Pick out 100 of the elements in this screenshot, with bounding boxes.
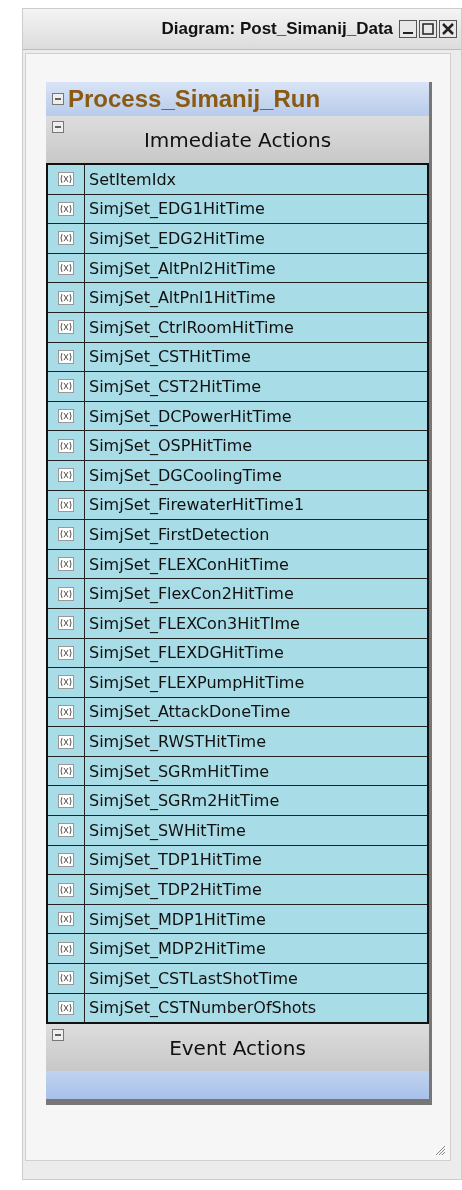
variable-icon xyxy=(58,231,74,246)
action-row[interactable]: SimjSet_DCPowerHitTime xyxy=(48,400,427,431)
action-row[interactable]: SimjSet_FLEXDGHitTime xyxy=(48,637,427,668)
action-row[interactable]: SimjSet_EDG1HitTime xyxy=(48,193,427,224)
action-name: SimjSet_SGRm2HitTime xyxy=(88,790,280,813)
action-row[interactable]: SimjSet_SWHitTime xyxy=(48,815,427,845)
action-name: SimjSet_CSTHitTime xyxy=(88,346,251,369)
variable-icon xyxy=(58,971,74,986)
section-title: Immediate Actions xyxy=(143,127,332,152)
action-name: SimjSet_CSTLastShotTime xyxy=(88,967,298,990)
action-row[interactable]: SimjSet_CtrlRoomHitTime xyxy=(48,311,427,342)
action-name: SimjSet_CSTNumberOfShots xyxy=(88,997,317,1020)
variable-icon xyxy=(58,468,74,483)
action-row[interactable]: SimjSet_AltPnl1HitTime xyxy=(48,282,427,312)
action-row[interactable]: SimjSet_FLEXConHitTime xyxy=(48,548,427,579)
collapse-icon[interactable] xyxy=(52,93,64,105)
action-row[interactable]: SimjSet_FLEXPumpHitTime xyxy=(48,667,427,697)
action-name: SimjSet_EDG2HitTime xyxy=(88,228,265,250)
variable-icon xyxy=(58,438,74,453)
maximize-button[interactable] xyxy=(419,20,437,38)
action-row[interactable]: SimjSet_FirewaterHitTime1 xyxy=(48,489,427,520)
minimize-icon xyxy=(403,32,413,34)
minimize-button[interactable] xyxy=(399,20,417,38)
action-name: SimjSet_EDG1HitTime xyxy=(88,198,265,221)
action-name: SimjSet_OSPHitTime xyxy=(88,435,253,458)
variable-icon xyxy=(58,705,74,719)
action-row[interactable]: SimjSet_FLEXCon3HitTIme xyxy=(48,607,427,638)
action-name: SimjSet_TDP1HitTime xyxy=(88,849,262,872)
variable-icon xyxy=(58,675,74,690)
action-row[interactable]: SimjSet_CSTNumberOfShots xyxy=(48,992,427,1023)
resize-grip-icon[interactable] xyxy=(434,1144,446,1156)
action-name: SimjSet_RWSTHitTime xyxy=(88,731,267,754)
action-name: SimjSet_FLEXConHitTime xyxy=(88,553,289,576)
variable-icon xyxy=(58,557,74,571)
variable-icon xyxy=(58,882,74,897)
action-row[interactable]: SimjSet_MDP1HitTime xyxy=(48,903,427,934)
collapse-icon[interactable] xyxy=(52,121,64,133)
maximize-icon xyxy=(421,22,435,36)
action-name: SimjSet_FlexCon2HitTime xyxy=(88,583,294,606)
action-row[interactable]: SimjSet_SGRm2HitTime xyxy=(48,785,427,816)
variable-icon xyxy=(58,823,74,838)
variable-icon xyxy=(58,172,74,187)
action-name: SimjSet_CtrlRoomHitTime xyxy=(88,316,294,339)
variable-icon xyxy=(58,941,74,956)
variable-icon xyxy=(58,349,74,364)
action-row[interactable]: SimjSet_SGRmHitTime xyxy=(48,755,427,786)
variable-icon xyxy=(58,379,74,394)
action-name: SimjSet_SWHitTime xyxy=(88,819,246,842)
action-name: SimjSet_AttackDoneTime xyxy=(88,701,291,724)
action-name: SimjSet_FirstDetection xyxy=(88,523,270,546)
action-name: SimjSet_AltPnl1HitTime xyxy=(88,287,276,310)
action-name: SimjSet_FLEXDGHitTime xyxy=(88,642,284,665)
variable-icon xyxy=(58,793,74,808)
action-row[interactable]: SimjSet_DGCoolingTime xyxy=(48,459,427,490)
window-title: Diagram: Post_Simanij_Data xyxy=(161,19,393,39)
action-name: SimjSet_TDP2HitTime xyxy=(88,879,262,902)
action-row[interactable]: SimjSet_FirstDetection xyxy=(48,519,427,549)
action-name: SimjSet_DGCoolingTime xyxy=(88,464,282,487)
close-icon xyxy=(441,22,455,36)
action-name: SimjSet_DCPowerHitTime xyxy=(88,405,292,428)
action-name: SimjSet_SGRmHitTime xyxy=(88,760,270,783)
action-row[interactable]: SimjSet_RWSTHitTime xyxy=(48,726,427,756)
process-title: Process_Simanij_Run xyxy=(68,85,321,113)
action-row[interactable]: SimjSet_AttackDoneTime xyxy=(48,696,427,727)
action-name: SimjSet_CST2HitTime xyxy=(88,375,262,398)
action-name: SimjSet_MDP2HitTime xyxy=(88,938,266,961)
section-title: Event Actions xyxy=(169,1035,306,1060)
action-name: SimjSet_MDP1HitTime xyxy=(88,908,266,931)
variable-icon xyxy=(58,320,74,335)
action-row[interactable]: SimjSet_AltPnl2HitTime xyxy=(48,252,427,283)
action-name: SetItemIdx xyxy=(88,168,177,191)
action-row[interactable]: SimjSet_TDP1HitTime xyxy=(48,844,427,875)
action-row[interactable]: SimjSet_OSPHitTime xyxy=(48,430,427,460)
action-name: SimjSet_FLEXPumpHitTime xyxy=(88,671,305,694)
action-row[interactable]: SimjSet_TDP2HitTime xyxy=(48,874,427,904)
action-row[interactable]: SimjSet_CSTLastShotTime xyxy=(48,963,427,993)
action-name: SimjSet_FLEXCon3HitTIme xyxy=(88,612,300,635)
variable-icon xyxy=(58,645,74,660)
variable-icon xyxy=(58,409,74,424)
variable-icon xyxy=(58,201,74,216)
variable-icon xyxy=(58,290,74,305)
variable-icon xyxy=(58,261,74,276)
variable-icon xyxy=(58,497,74,512)
variable-icon xyxy=(58,734,74,749)
action-row[interactable]: SimjSet_CST2HitTime xyxy=(48,371,427,401)
action-name: SimjSet_AltPnl2HitTime xyxy=(88,257,276,280)
variable-icon xyxy=(58,852,74,867)
variable-icon xyxy=(58,1000,74,1015)
action-row[interactable]: SimjSet_MDP2HitTime xyxy=(48,933,427,964)
action-row[interactable]: SimjSet_EDG2HitTime xyxy=(48,223,427,253)
variable-icon xyxy=(58,764,74,779)
action-name: SimjSet_FirewaterHitTime1 xyxy=(88,494,305,517)
action-row[interactable]: SetItemIdx xyxy=(48,165,427,194)
action-row[interactable]: SimjSet_FlexCon2HitTime xyxy=(48,578,427,608)
variable-icon xyxy=(58,912,74,927)
variable-icon xyxy=(58,586,74,601)
collapse-icon[interactable] xyxy=(52,1029,64,1042)
variable-icon xyxy=(58,527,74,542)
action-row[interactable]: SimjSet_CSTHitTime xyxy=(48,341,427,372)
close-button[interactable] xyxy=(439,20,457,38)
